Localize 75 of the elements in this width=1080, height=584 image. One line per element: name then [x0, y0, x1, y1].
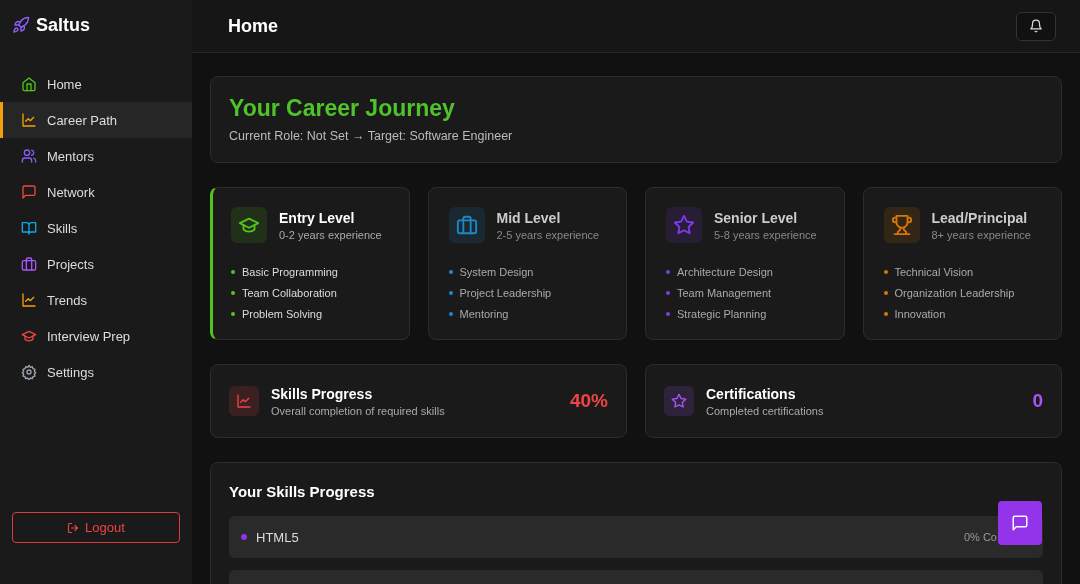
section-title: Your Skills Progress [229, 483, 376, 500]
notification-button[interactable] [1016, 11, 1056, 41]
bullet-dot [883, 269, 888, 274]
journey-title: Your Career Journey [229, 95, 456, 122]
nav-item[interactable]: Trends [0, 282, 192, 318]
skill-text: Mentoring [459, 307, 509, 320]
stat-subtitle: Completed certifications [706, 404, 825, 417]
skill-text: Technical Vision [894, 265, 974, 278]
users-icon [21, 148, 37, 164]
level-card[interactable]: Senior Level 5-8 years experience Architecture Design Team Management Strategic Planning [645, 187, 845, 340]
level-experience: 0-2 years experience [279, 228, 382, 241]
level-title: Lead/Principal [931, 209, 1029, 226]
page-title: Home [228, 15, 278, 37]
bullet-dot [666, 269, 670, 274]
bullet-dot [448, 311, 453, 316]
bullet-dot [448, 269, 453, 274]
home-icon [21, 76, 37, 92]
bullet-dot [883, 290, 888, 295]
level-experience: 2-5 years experience [496, 228, 600, 241]
level-title: Mid Level [496, 209, 562, 226]
level-experience: 5-8 years experience [714, 228, 817, 241]
line-chart-icon [21, 112, 37, 128]
nav-item[interactable]: Skills [0, 210, 192, 246]
level-card[interactable]: Lead/Principal 8+ years experience Technical Vision Organization Leadership Innovation [862, 187, 1062, 340]
bullet-dot [666, 290, 670, 295]
logout-button[interactable]: Logout [12, 512, 180, 543]
stat-subtitle: Overall completion of required skills [271, 404, 446, 417]
skill-text: Team Collaboration [242, 286, 337, 299]
book-icon [21, 220, 37, 236]
skill-text: Architecture Design [677, 265, 773, 278]
skill-text: Organization Leadership [894, 286, 1015, 299]
line-chart-icon [229, 386, 259, 416]
level-title: Entry Level [279, 209, 356, 226]
nav-item[interactable]: Interview Prep [0, 318, 192, 354]
skill-text: Problem Solving [242, 307, 323, 320]
nav-item[interactable]: Mentors [0, 138, 192, 174]
skill-text: System Design [459, 265, 534, 278]
nav-item[interactable]: Settings [0, 354, 192, 390]
skill-name: HTML5 [256, 529, 300, 545]
stat-value: 0 [1032, 390, 1043, 412]
line-chart-icon [21, 292, 37, 308]
stat-value: 40% [569, 390, 608, 412]
graduation-cap-icon [21, 328, 37, 344]
level-experience: 8+ years experience [931, 228, 1031, 241]
stat-title: Skills Progress [271, 385, 374, 402]
skill-status: 0% Co [963, 531, 997, 543]
nav-item[interactable]: Home [0, 66, 192, 102]
level-card[interactable]: Mid Level 2-5 years experience System Design Project Leadership Mentoring [427, 187, 627, 340]
journey-subtitle: Current Role: Not Set → Target: Software Engineer [229, 129, 514, 143]
bullet-dot [666, 311, 670, 316]
rocket-icon [12, 16, 30, 34]
bell-icon [1029, 19, 1043, 33]
skill-text: Project Leadership [459, 286, 552, 299]
app-logo-text: Saltus [36, 14, 91, 36]
level-card[interactable]: Entry Level 0-2 years experience Basic Programming Team Collaboration Problem Solving [210, 187, 410, 340]
bullet-dot [231, 269, 235, 274]
skill-text: Innovation [894, 307, 946, 320]
bullet-dot [883, 311, 888, 316]
settings-icon [21, 364, 37, 380]
level-title: Senior Level [714, 209, 799, 226]
skill-text: Strategic Planning [677, 307, 767, 320]
bullet-dot [231, 290, 235, 295]
bullet-dot [231, 311, 235, 316]
nav-item[interactable]: Network [0, 174, 192, 210]
bullet-dot [448, 290, 453, 295]
briefcase-icon [21, 256, 37, 272]
chat-icon [1011, 514, 1029, 532]
chat-icon [21, 184, 37, 200]
chat-button[interactable] [998, 501, 1042, 545]
nav-item[interactable]: Career Path [0, 102, 192, 138]
logout-icon [67, 521, 80, 534]
nav-item[interactable]: Projects [0, 246, 192, 282]
skill-text: Basic Programming [242, 265, 338, 278]
stat-title: Certifications [706, 385, 797, 402]
skill-text: Team Management [677, 286, 772, 299]
